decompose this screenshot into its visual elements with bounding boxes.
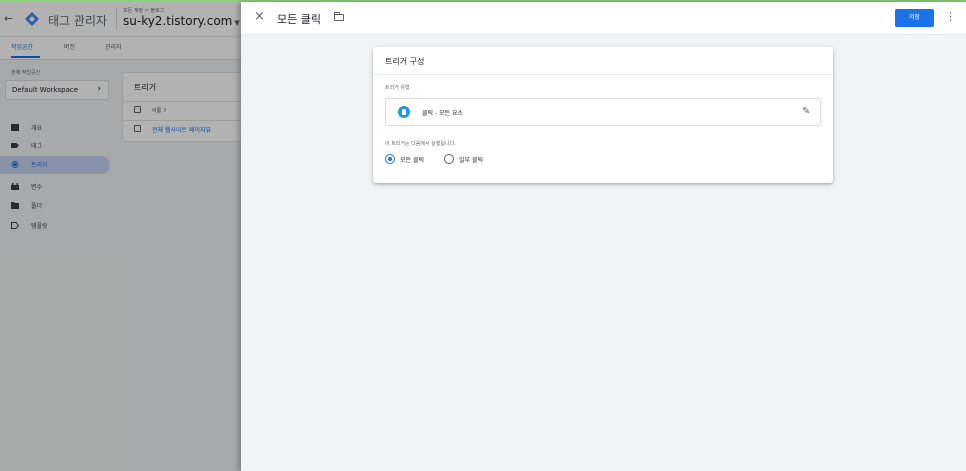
fires-on-label: 이 트리거는 다음에서 실행됩니다. — [385, 141, 456, 147]
radio-some-clicks-label[interactable]: 일부 클릭 — [459, 155, 483, 164]
radio-all-clicks-label[interactable]: 모든 클릭 — [400, 155, 424, 164]
editor-body: 트리거 구성 트리거 유형 클릭 - 모든 요소 ✎ 이 트리거는 다음에서 실… — [241, 35, 966, 471]
trigger-editor-panel: × 모든 클릭 저장 ⋮ 트리거 구성 트리거 유형 클릭 - 모든 요소 ✎ … — [241, 2, 966, 471]
close-icon[interactable]: × — [254, 9, 265, 24]
trigger-type-value: 클릭 - 모든 요소 — [422, 110, 464, 117]
config-title: 트리거 구성 — [385, 57, 425, 66]
modal-scrim[interactable] — [0, 2, 241, 471]
trigger-type-selector[interactable]: 클릭 - 모든 요소 ✎ — [385, 98, 821, 126]
radio-some-clicks[interactable] — [444, 154, 454, 164]
radio-all-clicks[interactable] — [385, 154, 395, 164]
edit-pencil-icon[interactable]: ✎ — [802, 106, 810, 117]
trigger-type-label: 트리거 유형 — [385, 85, 410, 91]
divider — [373, 74, 833, 75]
more-vert-icon[interactable]: ⋮ — [945, 10, 956, 23]
click-trigger-icon — [398, 106, 410, 118]
trigger-config-card: 트리거 구성 트리거 유형 클릭 - 모든 요소 ✎ 이 트리거는 다음에서 실… — [373, 47, 833, 183]
folder-icon[interactable] — [334, 12, 344, 21]
save-button[interactable]: 저장 — [895, 9, 934, 27]
editor-header: × 모든 클릭 저장 ⋮ — [241, 2, 966, 35]
trigger-name[interactable]: 모든 클릭 — [277, 11, 321, 27]
